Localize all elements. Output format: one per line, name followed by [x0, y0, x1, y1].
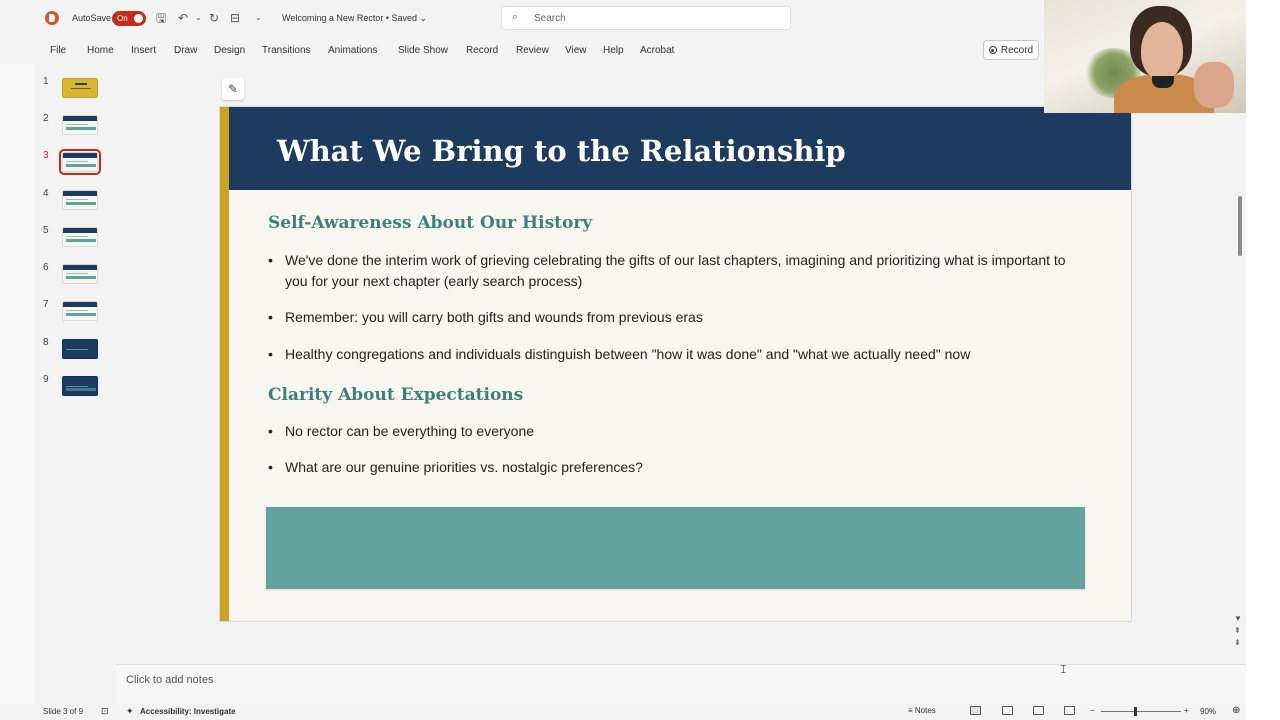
slide-thumbnail-2[interactable]: [62, 115, 98, 135]
slide-thumbnail-4[interactable]: [62, 190, 98, 210]
slide-counter: Slide 3 of 9: [43, 707, 84, 716]
tab-file[interactable]: File: [50, 45, 66, 56]
thumbnail-number: 9: [43, 374, 49, 385]
presenter-hand: [1194, 62, 1234, 108]
teal-callout-box[interactable]: [266, 507, 1085, 589]
right-edge: [1246, 0, 1280, 720]
accessibility-icon[interactable]: ✦: [126, 706, 134, 717]
slide-thumbnail-6[interactable]: [62, 264, 98, 284]
document-title[interactable]: Welcoming a New Rector • Saved ⌄: [282, 13, 427, 24]
powerpoint-logo-icon: [45, 11, 59, 25]
record-button[interactable]: Record: [983, 40, 1039, 60]
webcam-video-overlay: [1044, 0, 1246, 113]
thumbnail-number: 5: [43, 225, 49, 236]
spelling-check-icon[interactable]: ⊡: [101, 706, 109, 717]
slide-thumbnail-7[interactable]: [62, 301, 98, 321]
notes-placeholder[interactable]: Click to add notes: [126, 674, 213, 686]
slide-gold-accent-bar: [220, 107, 229, 621]
zoom-slider[interactable]: [1101, 711, 1181, 712]
search-placeholder: Search: [534, 13, 566, 24]
tab-transitions[interactable]: Transitions: [262, 45, 311, 56]
customize-toolbar-icon[interactable]: ⌄: [255, 10, 262, 26]
reading-view-icon[interactable]: [1033, 706, 1044, 715]
undo-dropdown-icon[interactable]: ⌄: [195, 10, 202, 26]
notes-icon: ≡: [908, 706, 915, 715]
zoom-slider-thumb[interactable]: [1134, 707, 1137, 716]
slide-title-banner: What We Bring to the Relationship: [229, 107, 1131, 190]
search-input[interactable]: ⌕ Search: [501, 6, 791, 30]
text-cursor-icon: 𝙸: [1059, 662, 1068, 676]
bullet-item[interactable]: What are our genuine priorities vs. nost…: [268, 457, 1088, 478]
tab-acrobat[interactable]: Acrobat: [640, 45, 674, 56]
bullet-item[interactable]: We've done the interim work of grieving …: [268, 250, 1088, 292]
bullet-item[interactable]: No rector can be everything to everyone: [268, 421, 1088, 442]
tab-animations[interactable]: Animations: [328, 45, 377, 56]
presenter-face: [1141, 22, 1183, 80]
thumbnail-number: 6: [43, 262, 49, 273]
slide-thumbnail-3[interactable]: [59, 149, 101, 175]
zoom-out-button[interactable]: −: [1090, 706, 1095, 715]
scroll-down-icon[interactable]: ▼: [1234, 614, 1242, 623]
slide-sorter-icon[interactable]: [1002, 706, 1013, 715]
tab-design[interactable]: Design: [214, 45, 245, 56]
notes-pane[interactable]: [116, 664, 1246, 704]
fit-to-window-icon[interactable]: ⊕: [1232, 705, 1240, 716]
slide-thumbnail-1[interactable]: [62, 78, 98, 98]
bullet-item[interactable]: Remember: you will carry both gifts and …: [268, 307, 1088, 328]
zoom-in-button[interactable]: +: [1184, 706, 1189, 715]
accessibility-status[interactable]: Accessibility: Investigate: [140, 707, 236, 716]
status-bar: Slide 3 of 9 ⊡ ✦ Accessibility: Investig…: [0, 704, 1280, 720]
tab-review[interactable]: Review: [516, 45, 549, 56]
tab-slide-show[interactable]: Slide Show: [398, 45, 448, 56]
next-slide-icon[interactable]: ⇟: [1234, 638, 1241, 647]
thumbnail-number: 2: [43, 113, 49, 124]
presenter-icon[interactable]: ⊟: [230, 10, 240, 26]
slide-thumbnail-9[interactable]: [62, 376, 98, 396]
slide-thumbnail-8[interactable]: [62, 339, 98, 359]
save-icon[interactable]: 🖫: [156, 10, 166, 26]
presenter-collar: [1152, 76, 1174, 88]
slide-thumbnail-5[interactable]: [62, 227, 98, 247]
thumbnail-number: 1: [43, 76, 49, 87]
autosave-toggle[interactable]: On: [112, 11, 146, 26]
tab-home[interactable]: Home: [87, 45, 114, 56]
thumbnail-number: 3: [43, 150, 49, 161]
left-edge: [0, 64, 34, 704]
record-button-label: Record: [1000, 44, 1034, 56]
thumbnail-number: 8: [43, 337, 49, 348]
scrollbar-thumb[interactable]: [1238, 196, 1242, 256]
notes-button-label: Notes: [914, 706, 936, 715]
section-heading-history[interactable]: Self-Awareness About Our History: [268, 213, 592, 233]
bullet-item[interactable]: Healthy congregations and individuals di…: [268, 344, 1088, 365]
redo-icon[interactable]: ↻: [209, 10, 219, 26]
zoom-level[interactable]: 90%: [1200, 707, 1216, 716]
current-slide[interactable]: What We Bring to the Relationship Self-A…: [220, 107, 1131, 621]
normal-view-icon[interactable]: [970, 706, 981, 715]
tab-record[interactable]: Record: [466, 45, 498, 56]
thumbnail-number: 4: [43, 188, 49, 199]
tab-view[interactable]: View: [565, 45, 587, 56]
tab-draw[interactable]: Draw: [174, 45, 197, 56]
slide-title[interactable]: What We Bring to the Relationship: [277, 134, 846, 168]
designer-icon[interactable]: ✎: [222, 78, 244, 100]
previous-slide-icon[interactable]: ⇞: [1234, 626, 1241, 635]
tab-help[interactable]: Help: [603, 45, 624, 56]
undo-icon[interactable]: ↶: [178, 10, 188, 26]
autosave-label: AutoSave: [72, 13, 112, 23]
tab-insert[interactable]: Insert: [131, 45, 156, 56]
search-icon: ⌕: [512, 11, 519, 23]
vertical-scrollbar[interactable]: ▼ ⇞ ⇟: [1232, 64, 1246, 664]
slideshow-view-icon[interactable]: [1064, 706, 1075, 715]
notes-button[interactable]: ≡ Notes: [908, 706, 936, 715]
record-icon: [988, 46, 997, 54]
thumbnail-number: 7: [43, 299, 49, 310]
section-heading-expectations[interactable]: Clarity About Expectations: [268, 385, 523, 405]
